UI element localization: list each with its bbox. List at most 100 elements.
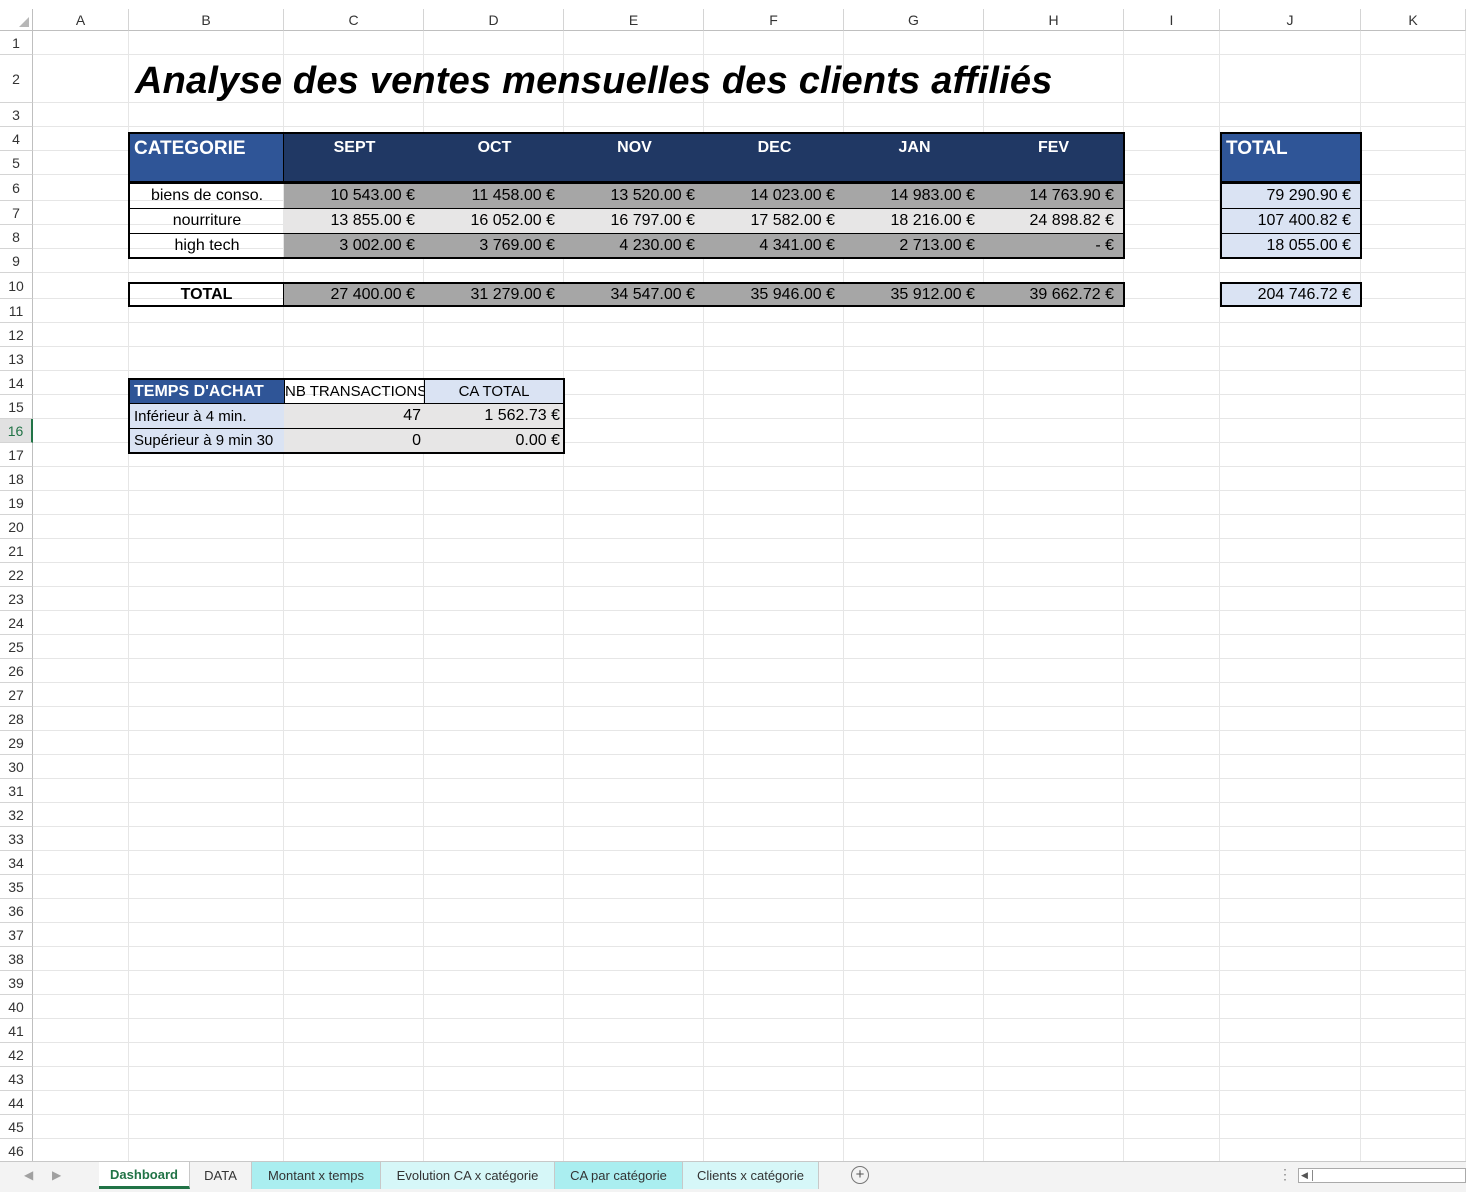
next-sheet-icon[interactable]: ▶: [52, 1168, 61, 1182]
ca-total-cell[interactable]: 1 562.73 €: [424, 404, 565, 429]
monthly-total-cell[interactable]: 35 946.00 €: [704, 282, 845, 307]
row-header-2[interactable]: 2: [0, 55, 33, 103]
month-header-fev[interactable]: FEV: [984, 132, 1125, 183]
row-header-24[interactable]: 24: [0, 611, 33, 635]
nb-transactions-cell[interactable]: 0: [284, 429, 425, 454]
row-header-1[interactable]: 1: [0, 31, 33, 55]
sales-cell[interactable]: 4 341.00 €: [704, 233, 845, 259]
purchase-time-label[interactable]: Supérieur à 9 min 30: [128, 429, 285, 454]
month-header-jan[interactable]: JAN: [844, 132, 985, 183]
row-header-36[interactable]: 36: [0, 899, 33, 923]
column-header-e[interactable]: E: [564, 9, 704, 31]
sales-cell[interactable]: 13 855.00 €: [284, 208, 425, 234]
row-header-38[interactable]: 38: [0, 947, 33, 971]
row-header-37[interactable]: 37: [0, 923, 33, 947]
row-header-30[interactable]: 30: [0, 755, 33, 779]
row-header-17[interactable]: 17: [0, 443, 33, 467]
column-header-a[interactable]: A: [33, 9, 129, 31]
horizontal-scrollbar[interactable]: ◀: [1298, 1168, 1466, 1183]
row-header-26[interactable]: 26: [0, 659, 33, 683]
select-all-corner[interactable]: [0, 9, 33, 31]
sales-cell[interactable]: 14 023.00 €: [704, 183, 845, 209]
row-header-32[interactable]: 32: [0, 803, 33, 827]
monthly-total-cell[interactable]: 35 912.00 €: [844, 282, 985, 307]
monthly-total-cell[interactable]: 27 400.00 €: [284, 282, 425, 307]
category-total-cell[interactable]: 79 290.90 €: [1220, 183, 1362, 209]
sheet-tab-montant-x-temps[interactable]: Montant x temps: [252, 1162, 381, 1189]
monthly-total-cell[interactable]: 39 662.72 €: [984, 282, 1125, 307]
row-header-22[interactable]: 22: [0, 563, 33, 587]
sales-cell[interactable]: 11 458.00 €: [424, 183, 565, 209]
row-header-35[interactable]: 35: [0, 875, 33, 899]
sales-cell[interactable]: 17 582.00 €: [704, 208, 845, 234]
column-header-g[interactable]: G: [844, 9, 984, 31]
row-header-43[interactable]: 43: [0, 1067, 33, 1091]
sales-cell[interactable]: 2 713.00 €: [844, 233, 985, 259]
row-header-19[interactable]: 19: [0, 491, 33, 515]
row-header-20[interactable]: 20: [0, 515, 33, 539]
category-total-cell[interactable]: 107 400.82 €: [1220, 208, 1362, 234]
row-header-18[interactable]: 18: [0, 467, 33, 491]
row-header-12[interactable]: 12: [0, 323, 33, 347]
category-header[interactable]: CATEGORIE: [128, 132, 285, 183]
column-header-i[interactable]: I: [1124, 9, 1220, 31]
sales-cell[interactable]: 24 898.82 €: [984, 208, 1125, 234]
row-header-21[interactable]: 21: [0, 539, 33, 563]
row-header-8[interactable]: 8: [0, 225, 33, 249]
row-header-14[interactable]: 14: [0, 371, 33, 395]
monthly-total-cell[interactable]: 34 547.00 €: [564, 282, 705, 307]
row-header-40[interactable]: 40: [0, 995, 33, 1019]
column-header-k[interactable]: K: [1361, 9, 1466, 31]
row-header-31[interactable]: 31: [0, 779, 33, 803]
prev-sheet-icon[interactable]: ◀: [24, 1168, 33, 1182]
row-header-25[interactable]: 25: [0, 635, 33, 659]
row-header-46[interactable]: 46: [0, 1139, 33, 1161]
ca-total-header[interactable]: CA TOTAL: [424, 378, 565, 404]
add-sheet-icon[interactable]: +: [851, 1166, 869, 1184]
row-header-13[interactable]: 13: [0, 347, 33, 371]
row-header-9[interactable]: 9: [0, 249, 33, 273]
sales-cell[interactable]: 3 002.00 €: [284, 233, 425, 259]
nb-transactions-cell[interactable]: 47: [284, 404, 425, 429]
ca-total-cell[interactable]: 0.00 €: [424, 429, 565, 454]
sales-cell[interactable]: 13 520.00 €: [564, 183, 705, 209]
sheet-tab-evolution-ca-x-cat-gorie[interactable]: Evolution CA x catégorie: [381, 1162, 555, 1189]
sales-cell[interactable]: 4 230.00 €: [564, 233, 705, 259]
row-header-28[interactable]: 28: [0, 707, 33, 731]
month-header-sept[interactable]: SEPT: [284, 132, 425, 183]
sales-cell[interactable]: - €: [984, 233, 1125, 259]
splitter-dots-icon[interactable]: ⋮: [1278, 1166, 1292, 1183]
scroll-left-icon[interactable]: ◀: [1301, 1170, 1308, 1181]
column-header-f[interactable]: F: [704, 9, 844, 31]
row-header-4[interactable]: 4: [0, 127, 33, 151]
row-header-7[interactable]: 7: [0, 201, 33, 225]
row-header-11[interactable]: 11: [0, 299, 33, 323]
column-header-j[interactable]: J: [1220, 9, 1361, 31]
sales-cell[interactable]: 14 763.90 €: [984, 183, 1125, 209]
category-total-cell[interactable]: 18 055.00 €: [1220, 233, 1362, 259]
row-header-6[interactable]: 6: [0, 175, 33, 201]
row-header-3[interactable]: 3: [0, 103, 33, 127]
total-header[interactable]: TOTAL: [1220, 132, 1362, 183]
purchase-time-header[interactable]: TEMPS D'ACHAT: [128, 378, 285, 404]
category-label[interactable]: high tech: [128, 233, 285, 259]
purchase-time-label[interactable]: Inférieur à 4 min.: [128, 404, 285, 429]
month-header-nov[interactable]: NOV: [564, 132, 705, 183]
row-header-27[interactable]: 27: [0, 683, 33, 707]
row-header-10[interactable]: 10: [0, 273, 33, 299]
nb-transactions-header[interactable]: NB TRANSACTIONS: [284, 378, 425, 404]
sales-cell[interactable]: 14 983.00 €: [844, 183, 985, 209]
row-header-5[interactable]: 5: [0, 151, 33, 175]
sales-cell[interactable]: 16 052.00 €: [424, 208, 565, 234]
row-header-23[interactable]: 23: [0, 587, 33, 611]
sheet-tab-dashboard[interactable]: Dashboard: [99, 1162, 190, 1189]
sales-cell[interactable]: 10 543.00 €: [284, 183, 425, 209]
column-header-c[interactable]: C: [284, 9, 424, 31]
sales-cell[interactable]: 16 797.00 €: [564, 208, 705, 234]
monthly-total-cell[interactable]: 31 279.00 €: [424, 282, 565, 307]
row-header-44[interactable]: 44: [0, 1091, 33, 1115]
column-header-d[interactable]: D: [424, 9, 564, 31]
sheet-tab-clients-x-cat-gorie[interactable]: Clients x catégorie: [683, 1162, 819, 1189]
row-header-39[interactable]: 39: [0, 971, 33, 995]
column-header-b[interactable]: B: [129, 9, 284, 31]
